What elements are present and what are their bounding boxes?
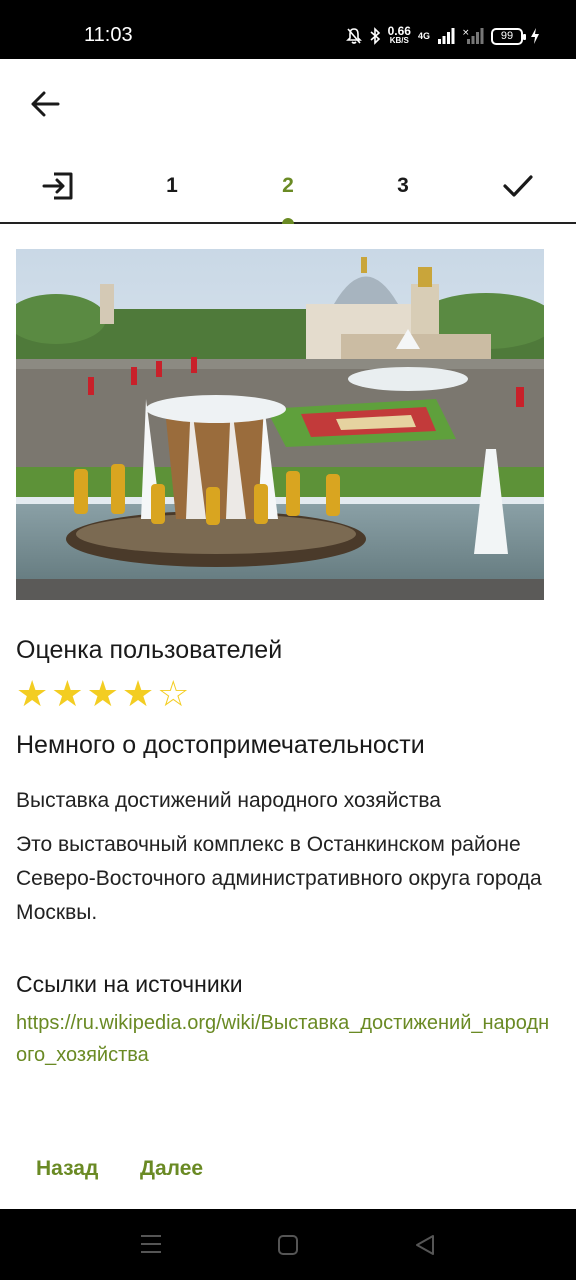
net-speed-value: 0.66 [387,24,411,38]
battery-icon: 99 [491,27,526,45]
landmark-photo [16,249,544,600]
finish-button[interactable] [488,165,548,207]
exit-icon [42,172,73,200]
system-nav-bar [0,1209,576,1280]
app-bar [0,59,576,149]
rating-stars: ★ ★ ★ ★ ☆ [16,676,189,712]
charging-icon [531,28,539,44]
network-type: 4G [417,31,430,41]
battery-level: 99 [500,30,514,42]
next-button[interactable]: Далее [136,1153,207,1185]
source-link[interactable]: https://ru.wikipedia.org/wiki/Выставка_д… [16,1007,556,1071]
net-speed-unit: KB/S [389,36,409,45]
net-speed: 0.66 KB/S [387,24,411,45]
mute-bell-icon [345,28,362,44]
status-time: 11:03 [84,24,133,46]
star-filled-icon: ★ [121,673,155,714]
star-filled-icon: ★ [16,673,49,714]
menu-icon[interactable] [140,1234,162,1254]
bluetooth-icon [370,27,380,45]
about-heading: Немного о достопримечательности [16,731,425,759]
svg-text:×: × [462,28,470,38]
sources-heading: Ссылки на источники [16,971,243,997]
step-3[interactable]: 3 [373,165,433,207]
back-triangle-icon[interactable] [414,1234,436,1256]
status-bar: 11:03 0.66 KB/S 4G × 99 [0,0,576,59]
landmark-description: Это выставочный комплекс в Останкинском … [16,833,542,924]
step-2[interactable]: 2 [258,165,318,207]
star-filled-icon: ★ [86,673,119,714]
arrow-left-icon [31,91,60,117]
active-step-indicator [282,218,294,224]
check-icon [503,175,533,197]
landmark-name: Выставка достижений народного хозяйства [16,789,441,812]
steps-bar: 1 2 3 [0,149,576,224]
exit-button[interactable] [28,165,88,207]
step-1[interactable]: 1 [142,165,202,207]
back-button[interactable]: Назад [32,1153,102,1185]
star-outline-icon: ☆ [157,673,190,714]
signal-icon [438,28,455,44]
back-arrow-button[interactable] [24,83,66,125]
status-icons: 0.66 KB/S 4G × 99 [345,24,540,48]
home-icon[interactable] [277,1234,299,1256]
rating-heading: Оценка пользователей [16,636,283,664]
signal-weak-icon: × [462,28,484,44]
star-filled-icon: ★ [51,673,84,714]
